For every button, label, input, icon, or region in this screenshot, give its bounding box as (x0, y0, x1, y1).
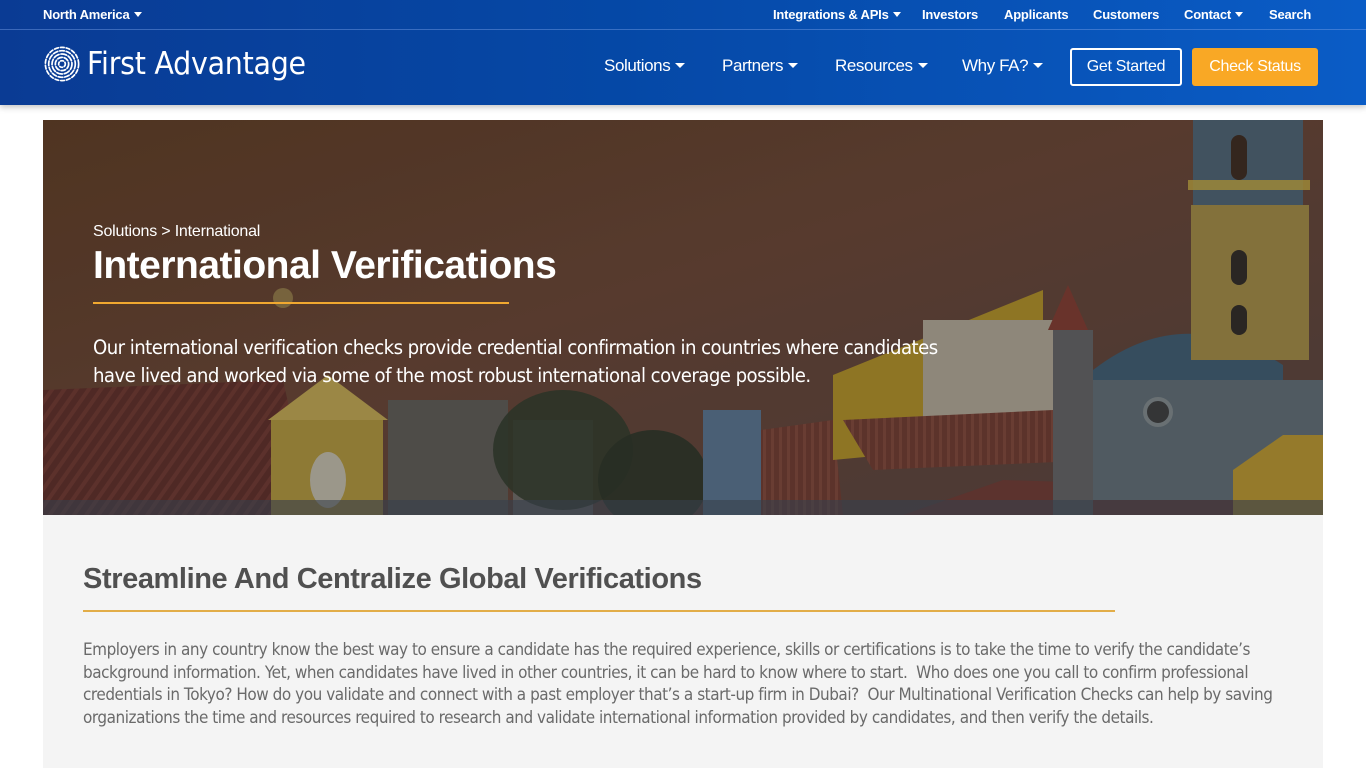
site-logo[interactable]: First Advantage (43, 44, 325, 84)
site-header: North America Integrations & APIs Invest… (0, 0, 1366, 105)
breadcrumb-parent[interactable]: Solutions (93, 223, 157, 240)
content-section: Streamline And Centralize Global Verific… (43, 515, 1323, 768)
breadcrumb-separator: > (161, 223, 171, 240)
get-started-button[interactable]: Get Started (1070, 48, 1182, 86)
utility-nav-label: Investors (922, 7, 979, 22)
main-nav-solutions[interactable]: Solutions (604, 56, 686, 76)
caret-down-icon (788, 63, 799, 68)
caret-down-icon (1235, 12, 1243, 17)
hero-overlay (43, 120, 1323, 515)
caret-down-icon (675, 63, 686, 68)
region-selector-label: North America (43, 7, 130, 22)
utility-nav-label: Search (1269, 7, 1312, 22)
hero-description: Our international verification checks pr… (93, 336, 938, 387)
region-selector[interactable]: North America (43, 7, 142, 22)
utility-nav-label: Customers (1093, 7, 1160, 22)
caret-down-icon (917, 63, 928, 68)
utility-nav-label: Applicants (1004, 7, 1069, 22)
utility-nav-contact[interactable]: Contact (1184, 7, 1243, 22)
fingerprint-icon (44, 46, 80, 82)
utility-nav-integrations[interactable]: Integrations & APIs (773, 7, 901, 22)
utility-bar: North America Integrations & APIs Invest… (0, 0, 1366, 30)
utility-nav-customers[interactable]: Customers (1093, 7, 1159, 22)
caret-down-icon (892, 12, 901, 17)
main-nav-resources[interactable]: Resources (835, 56, 928, 76)
check-status-button[interactable]: Check Status (1192, 48, 1318, 86)
section-title-underline (83, 610, 1115, 612)
main-nav-label: Solutions (604, 56, 671, 75)
main-nav-label: Resources (835, 56, 913, 75)
section-body-text: Employers in any country know the best w… (83, 640, 1273, 728)
main-nav-why-fa[interactable]: Why FA? (962, 56, 1044, 76)
section-title: Streamline And Centralize Global Verific… (83, 563, 702, 595)
logo-text: First Advantage (87, 46, 306, 82)
utility-nav-label: Contact (1184, 7, 1231, 22)
hero-banner: Solutions > International International … (43, 120, 1323, 515)
main-nav-label: Partners (722, 56, 784, 75)
title-underline (93, 302, 509, 304)
breadcrumb-current: International (174, 223, 261, 240)
utility-nav-label: Integrations & APIs (773, 7, 889, 22)
utility-nav-investors[interactable]: Investors (922, 7, 978, 22)
caret-down-icon (1033, 63, 1044, 68)
utility-nav-search[interactable]: Search (1269, 7, 1311, 22)
utility-nav-applicants[interactable]: Applicants (1004, 7, 1069, 22)
breadcrumb: Solutions > International (93, 223, 260, 241)
page-title: International Verifications (93, 244, 557, 287)
main-nav-partners[interactable]: Partners (722, 56, 799, 76)
main-nav-label: Why FA? (962, 56, 1029, 75)
caret-down-icon (133, 12, 142, 17)
